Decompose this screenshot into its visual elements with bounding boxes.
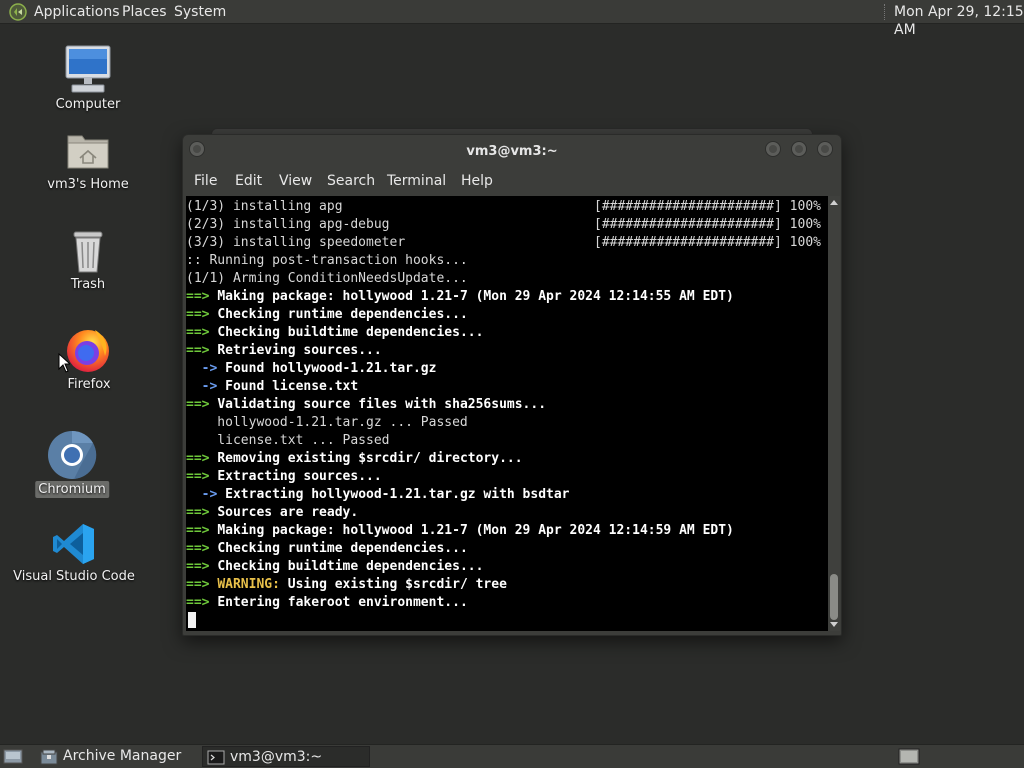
desktop-icon-home[interactable]: vm3's Home xyxy=(40,128,136,198)
terminal-line: ==> Checking runtime dependencies... xyxy=(186,307,468,322)
desktop-icon-chromium[interactable]: Chromium xyxy=(24,430,120,500)
terminal-line: ==> Checking buildtime dependencies... xyxy=(186,559,484,574)
desktop-icon-vscode[interactable]: Visual Studio Code xyxy=(13,520,135,590)
task-label: Archive Manager xyxy=(63,748,182,764)
places-menu[interactable]: Places xyxy=(122,3,167,21)
window-titlebar[interactable]: vm3@vm3:~ xyxy=(183,135,841,169)
menu-file[interactable]: File xyxy=(194,173,217,189)
terminal-window[interactable]: vm3@vm3:~ File Edit View Search Terminal… xyxy=(182,134,842,636)
terminal-line: -> Extracting hollywood-1.21.tar.gz with… xyxy=(186,487,570,502)
menu-edit[interactable]: Edit xyxy=(235,173,262,189)
computer-icon xyxy=(65,45,111,93)
clock[interactable]: Mon Apr 29, 12:15 AM xyxy=(894,3,1024,39)
system-menu[interactable]: System xyxy=(174,3,226,21)
desktop-icon-computer[interactable]: Computer xyxy=(40,44,136,114)
terminal-line: ==> Extracting sources... xyxy=(186,469,382,484)
terminal-icon xyxy=(207,750,225,765)
terminal-line: (1/3) installing apg [###################… xyxy=(186,199,821,214)
mouse-pointer-icon xyxy=(58,353,70,373)
desktop-icon-firefox[interactable]: Firefox xyxy=(41,326,137,396)
menu-help[interactable]: Help xyxy=(461,173,493,189)
chromium-icon xyxy=(48,430,97,479)
terminal-line: (2/3) installing apg-debug [#############… xyxy=(186,217,821,232)
terminal-line: license.txt ... Passed xyxy=(186,433,390,448)
terminal-line: (1/1) Arming ConditionNeedsUpdate... xyxy=(186,271,468,286)
taskbar-archive-manager[interactable]: Archive Manager xyxy=(36,746,198,767)
firefox-icon xyxy=(67,330,109,372)
taskbar-terminal[interactable]: vm3@vm3:~ xyxy=(202,746,370,767)
terminal-line: ==> Checking runtime dependencies... xyxy=(186,541,468,556)
desktop-icon-label: Chromium xyxy=(35,481,109,498)
top-panel: Applications Places System Mon Apr 29, 1… xyxy=(0,0,1024,38)
menu-view[interactable]: View xyxy=(279,173,312,189)
archive-manager-icon xyxy=(40,749,58,765)
trash-icon xyxy=(73,231,103,273)
terminal-scrollbar[interactable] xyxy=(828,196,840,631)
window-title: vm3@vm3:~ xyxy=(466,144,558,159)
terminal-line: ==> WARNING: Using existing $srcdir/ tre… xyxy=(186,577,507,592)
desktop-icon-label: Visual Studio Code xyxy=(13,569,135,584)
menu-search[interactable]: Search xyxy=(327,173,375,189)
terminal-line: ==> Validating source files with sha256s… xyxy=(186,397,547,412)
terminal-line: ==> Making package: hollywood 1.21-7 (Mo… xyxy=(186,289,734,304)
scroll-down-icon[interactable] xyxy=(830,622,838,627)
distro-logo-icon[interactable] xyxy=(9,3,27,21)
terminal-line: ==> Checking buildtime dependencies... xyxy=(186,325,484,340)
terminal-line: :: Running post-transaction hooks... xyxy=(186,253,468,268)
bottom-panel: Archive Manager vm3@vm3:~ xyxy=(0,744,1024,768)
desktop-icon-label: Firefox xyxy=(67,377,111,392)
home-folder-icon xyxy=(67,135,109,169)
terminal-menubar: File Edit View Search Terminal Help xyxy=(183,169,841,195)
terminal-line: ==> Sources are ready. xyxy=(186,505,359,520)
terminal-line: ==> Entering fakeroot environment... xyxy=(186,595,468,610)
vscode-icon xyxy=(53,524,94,564)
desktop-icon-label: Trash xyxy=(70,277,106,292)
panel-separator xyxy=(884,4,887,20)
menu-terminal[interactable]: Terminal xyxy=(387,173,446,189)
maximize-button[interactable] xyxy=(791,141,807,157)
terminal-line: ==> Retrieving sources... xyxy=(186,343,382,358)
terminal-line: ==> Removing existing $srcdir/ directory… xyxy=(186,451,523,466)
terminal-line: ==> Making package: hollywood 1.21-7 (Mo… xyxy=(186,523,734,538)
desktop-icon-label: Computer xyxy=(55,97,121,112)
terminal-line: -> Found hollywood-1.21.tar.gz xyxy=(186,361,437,376)
workspace-switcher-icon[interactable] xyxy=(898,748,920,765)
desktop-icon-trash[interactable]: Trash xyxy=(40,228,136,298)
task-label: vm3@vm3:~ xyxy=(230,749,323,765)
minimize-button[interactable] xyxy=(765,141,781,157)
scroll-up-icon[interactable] xyxy=(830,200,838,205)
close-button[interactable] xyxy=(817,141,833,157)
applications-menu[interactable]: Applications xyxy=(34,3,120,21)
scrollbar-thumb[interactable] xyxy=(830,574,838,620)
terminal-output[interactable]: (1/3) installing apg [###################… xyxy=(186,196,828,631)
text-cursor xyxy=(188,612,196,628)
terminal-line: (3/3) installing speedometer [###########… xyxy=(186,235,821,250)
show-desktop-icon[interactable] xyxy=(3,749,23,764)
terminal-line: -> Found license.txt xyxy=(186,379,359,394)
terminal-line: hollywood-1.21.tar.gz ... Passed xyxy=(186,415,468,430)
desktop-icon-label: vm3's Home xyxy=(47,177,129,192)
